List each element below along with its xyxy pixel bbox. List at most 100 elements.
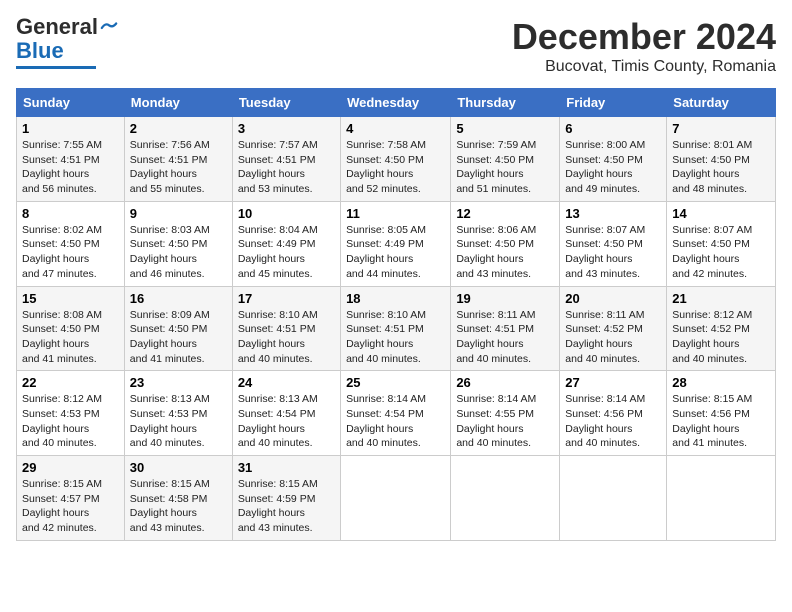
day-number: 4 — [346, 121, 445, 136]
calendar-cell: 15 Sunrise: 8:08 AMSunset: 4:50 PMDaylig… — [17, 286, 125, 371]
day-number: 13 — [565, 206, 661, 221]
day-info: Sunrise: 8:00 AMSunset: 4:50 PMDaylight … — [565, 139, 645, 195]
calendar-cell: 21 Sunrise: 8:12 AMSunset: 4:52 PMDaylig… — [667, 286, 776, 371]
page-subtitle: Bucovat, Timis County, Romania — [512, 58, 776, 76]
calendar-cell: 1 Sunrise: 7:55 AMSunset: 4:51 PMDayligh… — [17, 117, 125, 202]
day-number: 30 — [130, 460, 227, 475]
calendar-cell: 25 Sunrise: 8:14 AMSunset: 4:54 PMDaylig… — [341, 371, 451, 456]
calendar-cell: 6 Sunrise: 8:00 AMSunset: 4:50 PMDayligh… — [560, 117, 667, 202]
day-number: 3 — [238, 121, 335, 136]
day-number: 14 — [672, 206, 770, 221]
calendar-cell: 23 Sunrise: 8:13 AMSunset: 4:53 PMDaylig… — [124, 371, 232, 456]
calendar-week-1: 1 Sunrise: 7:55 AMSunset: 4:51 PMDayligh… — [17, 117, 776, 202]
day-number: 17 — [238, 291, 335, 306]
day-number: 25 — [346, 375, 445, 390]
day-number: 6 — [565, 121, 661, 136]
page-header: General Blue December 2024 Bucovat, Timi… — [16, 16, 776, 76]
logo-underline — [16, 66, 96, 69]
day-number: 24 — [238, 375, 335, 390]
day-info: Sunrise: 8:11 AMSunset: 4:52 PMDaylight … — [565, 309, 644, 365]
day-info: Sunrise: 8:13 AMSunset: 4:53 PMDaylight … — [130, 393, 210, 449]
day-info: Sunrise: 7:56 AMSunset: 4:51 PMDaylight … — [130, 139, 210, 195]
day-number: 23 — [130, 375, 227, 390]
page-title: December 2024 — [512, 16, 776, 58]
calendar-cell: 10 Sunrise: 8:04 AMSunset: 4:49 PMDaylig… — [232, 201, 340, 286]
day-info: Sunrise: 8:14 AMSunset: 4:56 PMDaylight … — [565, 393, 645, 449]
calendar-cell — [341, 456, 451, 541]
day-info: Sunrise: 8:10 AMSunset: 4:51 PMDaylight … — [346, 309, 426, 365]
day-number: 7 — [672, 121, 770, 136]
calendar-cell: 28 Sunrise: 8:15 AMSunset: 4:56 PMDaylig… — [667, 371, 776, 456]
title-area: December 2024 Bucovat, Timis County, Rom… — [512, 16, 776, 76]
day-info: Sunrise: 8:13 AMSunset: 4:54 PMDaylight … — [238, 393, 318, 449]
header-saturday: Saturday — [667, 89, 776, 117]
day-info: Sunrise: 8:11 AMSunset: 4:51 PMDaylight … — [456, 309, 535, 365]
day-info: Sunrise: 8:08 AMSunset: 4:50 PMDaylight … — [22, 309, 102, 365]
calendar-cell: 12 Sunrise: 8:06 AMSunset: 4:50 PMDaylig… — [451, 201, 560, 286]
day-info: Sunrise: 8:07 AMSunset: 4:50 PMDaylight … — [672, 224, 752, 280]
calendar-cell: 7 Sunrise: 8:01 AMSunset: 4:50 PMDayligh… — [667, 117, 776, 202]
header-tuesday: Tuesday — [232, 89, 340, 117]
calendar-cell: 19 Sunrise: 8:11 AMSunset: 4:51 PMDaylig… — [451, 286, 560, 371]
day-info: Sunrise: 8:04 AMSunset: 4:49 PMDaylight … — [238, 224, 318, 280]
calendar-cell: 31 Sunrise: 8:15 AMSunset: 4:59 PMDaylig… — [232, 456, 340, 541]
day-number: 20 — [565, 291, 661, 306]
calendar-cell: 4 Sunrise: 7:58 AMSunset: 4:50 PMDayligh… — [341, 117, 451, 202]
day-info: Sunrise: 7:57 AMSunset: 4:51 PMDaylight … — [238, 139, 318, 195]
day-info: Sunrise: 8:03 AMSunset: 4:50 PMDaylight … — [130, 224, 210, 280]
day-info: Sunrise: 8:12 AMSunset: 4:52 PMDaylight … — [672, 309, 752, 365]
day-info: Sunrise: 7:59 AMSunset: 4:50 PMDaylight … — [456, 139, 536, 195]
day-info: Sunrise: 7:58 AMSunset: 4:50 PMDaylight … — [346, 139, 426, 195]
day-number: 22 — [22, 375, 119, 390]
day-number: 19 — [456, 291, 554, 306]
calendar-cell: 17 Sunrise: 8:10 AMSunset: 4:51 PMDaylig… — [232, 286, 340, 371]
calendar-cell — [560, 456, 667, 541]
calendar-cell: 29 Sunrise: 8:15 AMSunset: 4:57 PMDaylig… — [17, 456, 125, 541]
calendar-cell: 26 Sunrise: 8:14 AMSunset: 4:55 PMDaylig… — [451, 371, 560, 456]
calendar-cell: 18 Sunrise: 8:10 AMSunset: 4:51 PMDaylig… — [341, 286, 451, 371]
day-info: Sunrise: 8:10 AMSunset: 4:51 PMDaylight … — [238, 309, 318, 365]
day-info: Sunrise: 8:01 AMSunset: 4:50 PMDaylight … — [672, 139, 752, 195]
calendar-cell: 27 Sunrise: 8:14 AMSunset: 4:56 PMDaylig… — [560, 371, 667, 456]
header-friday: Friday — [560, 89, 667, 117]
day-number: 18 — [346, 291, 445, 306]
day-number: 9 — [130, 206, 227, 221]
day-info: Sunrise: 8:15 AMSunset: 4:56 PMDaylight … — [672, 393, 752, 449]
day-info: Sunrise: 8:09 AMSunset: 4:50 PMDaylight … — [130, 309, 210, 365]
header-wednesday: Wednesday — [341, 89, 451, 117]
day-number: 29 — [22, 460, 119, 475]
calendar-week-5: 29 Sunrise: 8:15 AMSunset: 4:57 PMDaylig… — [17, 456, 776, 541]
calendar-cell: 24 Sunrise: 8:13 AMSunset: 4:54 PMDaylig… — [232, 371, 340, 456]
header-thursday: Thursday — [451, 89, 560, 117]
logo: General Blue — [16, 16, 118, 69]
day-number: 12 — [456, 206, 554, 221]
header-sunday: Sunday — [17, 89, 125, 117]
day-number: 8 — [22, 206, 119, 221]
day-info: Sunrise: 8:05 AMSunset: 4:49 PMDaylight … — [346, 224, 426, 280]
day-info: Sunrise: 8:15 AMSunset: 4:59 PMDaylight … — [238, 478, 318, 534]
day-number: 11 — [346, 206, 445, 221]
day-info: Sunrise: 8:15 AMSunset: 4:58 PMDaylight … — [130, 478, 210, 534]
calendar-cell: 22 Sunrise: 8:12 AMSunset: 4:53 PMDaylig… — [17, 371, 125, 456]
day-number: 2 — [130, 121, 227, 136]
day-number: 27 — [565, 375, 661, 390]
day-number: 15 — [22, 291, 119, 306]
calendar-header-row: SundayMondayTuesdayWednesdayThursdayFrid… — [17, 89, 776, 117]
day-info: Sunrise: 8:02 AMSunset: 4:50 PMDaylight … — [22, 224, 102, 280]
day-info: Sunrise: 8:14 AMSunset: 4:54 PMDaylight … — [346, 393, 426, 449]
day-number: 10 — [238, 206, 335, 221]
calendar-table: SundayMondayTuesdayWednesdayThursdayFrid… — [16, 88, 776, 541]
calendar-week-3: 15 Sunrise: 8:08 AMSunset: 4:50 PMDaylig… — [17, 286, 776, 371]
day-number: 21 — [672, 291, 770, 306]
day-number: 16 — [130, 291, 227, 306]
header-monday: Monday — [124, 89, 232, 117]
day-number: 31 — [238, 460, 335, 475]
day-info: Sunrise: 8:12 AMSunset: 4:53 PMDaylight … — [22, 393, 102, 449]
day-number: 26 — [456, 375, 554, 390]
day-info: Sunrise: 8:07 AMSunset: 4:50 PMDaylight … — [565, 224, 645, 280]
calendar-cell: 8 Sunrise: 8:02 AMSunset: 4:50 PMDayligh… — [17, 201, 125, 286]
calendar-cell: 13 Sunrise: 8:07 AMSunset: 4:50 PMDaylig… — [560, 201, 667, 286]
calendar-cell: 11 Sunrise: 8:05 AMSunset: 4:49 PMDaylig… — [341, 201, 451, 286]
calendar-week-4: 22 Sunrise: 8:12 AMSunset: 4:53 PMDaylig… — [17, 371, 776, 456]
logo-text: General — [16, 16, 118, 38]
